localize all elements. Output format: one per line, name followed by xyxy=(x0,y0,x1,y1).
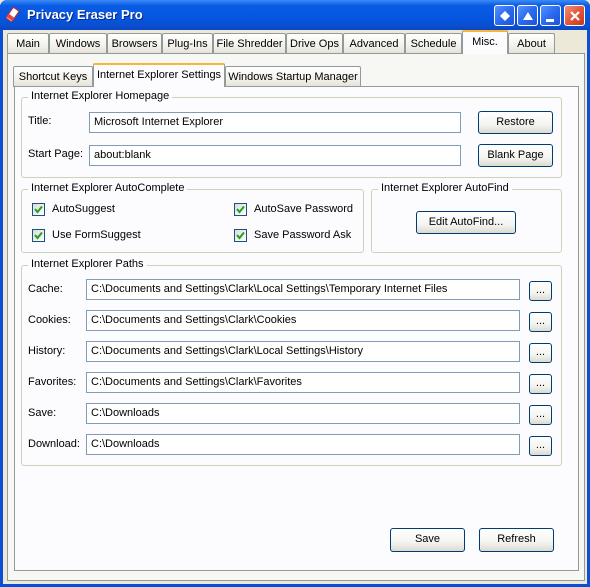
start-page-field[interactable]: about:blank xyxy=(89,145,461,166)
checkmark-icon xyxy=(34,205,43,214)
favorites-path-field[interactable]: C:\Documents and Settings\Clark\Favorite… xyxy=(86,372,520,393)
homepage-legend: Internet Explorer Homepage xyxy=(28,90,173,102)
favorites-browse-button[interactable]: ... xyxy=(529,374,552,394)
save-button[interactable]: Save xyxy=(390,528,465,552)
triangle-up-icon xyxy=(523,12,533,20)
misc-tab-panel: Shortcut Keys Internet Explorer Settings… xyxy=(7,53,585,581)
formsuggest-label: Use FormSuggest xyxy=(52,229,141,241)
minimize-icon xyxy=(546,19,554,22)
edit-autofind-button[interactable]: Edit AutoFind... xyxy=(416,211,516,234)
title-bar[interactable]: Privacy Eraser Pro xyxy=(0,0,590,30)
history-browse-button[interactable]: ... xyxy=(529,343,552,363)
checkmark-icon xyxy=(236,231,245,240)
client-area: Main Windows Browsers Plug-Ins File Shre… xyxy=(3,30,587,584)
checkmark-icon xyxy=(236,205,245,214)
autosave-password-label: AutoSave Password xyxy=(254,203,354,215)
diamond-icon xyxy=(500,11,510,21)
homepage-group: Internet Explorer Homepage Title: Micros… xyxy=(21,90,562,178)
close-button[interactable] xyxy=(564,5,585,26)
tab-schedule[interactable]: Schedule xyxy=(405,33,462,54)
subtab-internet-explorer-settings[interactable]: Internet Explorer Settings xyxy=(93,63,225,87)
window-title: Privacy Eraser Pro xyxy=(27,7,143,22)
tab-advanced[interactable]: Advanced xyxy=(343,33,405,54)
autocomplete-group: Internet Explorer AutoComplete AutoSugge… xyxy=(21,182,364,253)
save-label: Save: xyxy=(28,407,57,419)
subtab-shortcut-keys[interactable]: Shortcut Keys xyxy=(13,66,93,87)
cache-label: Cache: xyxy=(28,283,63,295)
autocomplete-legend: Internet Explorer AutoComplete xyxy=(28,182,188,194)
tab-about[interactable]: About xyxy=(508,33,555,54)
ie-settings-panel: Internet Explorer Homepage Title: Micros… xyxy=(14,86,579,571)
title-field[interactable]: Microsoft Internet Explorer xyxy=(89,112,461,133)
eraser-icon xyxy=(5,7,22,23)
download-path-field[interactable]: C:\Downloads xyxy=(86,434,520,455)
autofind-legend: Internet Explorer AutoFind xyxy=(378,182,512,194)
close-icon xyxy=(570,11,580,21)
autosuggest-checkbox[interactable] xyxy=(32,203,45,216)
subtab-windows-startup-manager[interactable]: Windows Startup Manager xyxy=(225,66,361,87)
cookies-path-field[interactable]: C:\Documents and Settings\Clark\Cookies xyxy=(86,310,520,331)
favorites-label: Favorites: xyxy=(28,376,77,388)
save-password-ask-label: Save Password Ask xyxy=(254,229,352,241)
paths-group: Internet Explorer Paths Cache: C:\Docume… xyxy=(21,258,562,466)
save-password-ask-checkbox[interactable] xyxy=(234,229,247,242)
start-page-label: Start Page: xyxy=(28,148,84,160)
autosave-password-checkbox[interactable] xyxy=(234,203,247,216)
cookies-browse-button[interactable]: ... xyxy=(529,312,552,332)
help-button[interactable] xyxy=(494,5,515,26)
tab-file-shredder[interactable]: File Shredder xyxy=(213,33,286,54)
paths-legend: Internet Explorer Paths xyxy=(28,258,147,270)
checkmark-icon xyxy=(34,231,43,240)
blank-page-button[interactable]: Blank Page xyxy=(478,144,553,167)
cookies-label: Cookies: xyxy=(28,314,71,326)
tab-main[interactable]: Main xyxy=(7,33,49,54)
tab-misc[interactable]: Misc. xyxy=(462,30,508,54)
roll-up-button[interactable] xyxy=(517,5,538,26)
download-label: Download: xyxy=(28,438,80,450)
minimize-button[interactable] xyxy=(540,5,561,26)
download-browse-button[interactable]: ... xyxy=(529,436,552,456)
save-path-field[interactable]: C:\Downloads xyxy=(86,403,520,424)
autosuggest-label: AutoSuggest xyxy=(52,203,115,215)
app-window: Privacy Eraser Pro Main Windows Browsers… xyxy=(0,0,590,587)
tab-drive-ops[interactable]: Drive Ops xyxy=(286,33,343,54)
refresh-button[interactable]: Refresh xyxy=(479,528,554,552)
autofind-group: Internet Explorer AutoFind Edit AutoFind… xyxy=(371,182,562,253)
cache-path-field[interactable]: C:\Documents and Settings\Clark\Local Se… xyxy=(86,279,520,300)
restore-button[interactable]: Restore xyxy=(478,111,553,134)
tab-plug-ins[interactable]: Plug-Ins xyxy=(162,33,213,54)
history-label: History: xyxy=(28,345,66,357)
tab-browsers[interactable]: Browsers xyxy=(107,33,162,54)
title-label: Title: xyxy=(28,115,52,127)
save-browse-button[interactable]: ... xyxy=(529,405,552,425)
history-path-field[interactable]: C:\Documents and Settings\Clark\Local Se… xyxy=(86,341,520,362)
cache-browse-button[interactable]: ... xyxy=(529,281,552,301)
formsuggest-checkbox[interactable] xyxy=(32,229,45,242)
tab-windows[interactable]: Windows xyxy=(49,33,107,54)
